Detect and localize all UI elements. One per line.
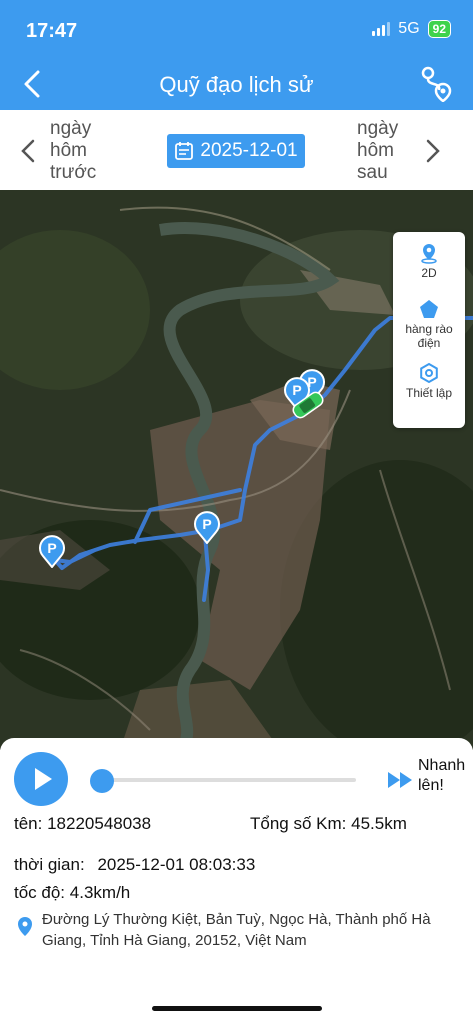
- total-km-value: 45.5km: [351, 814, 407, 833]
- date-selector: ngày hôm trước 2025-12-01 ngày hôm sau: [0, 110, 473, 190]
- calendar-icon: [175, 142, 194, 160]
- route-map-icon[interactable]: [419, 64, 453, 102]
- parking-marker[interactable]: P: [193, 510, 221, 544]
- home-indicator: [152, 1006, 322, 1011]
- selected-date: 2025-12-01: [200, 140, 298, 161]
- navigation-bar: Quỹ đạo lịch sử: [0, 58, 473, 110]
- previous-day-chevron-icon[interactable]: [18, 138, 38, 164]
- time-value: 2025-12-01 08:03:33: [97, 855, 256, 874]
- playback-progress-track[interactable]: [96, 778, 356, 782]
- speed-row: tốc độ: 4.3km/h: [14, 883, 130, 903]
- total-km-row: Tổng số Km: 45.5km: [250, 814, 407, 834]
- geofence-label: hàng rào điện: [405, 322, 453, 350]
- device-name-label: tên:: [14, 814, 43, 833]
- address-text: Đường Lý Thường Kiệt, Bản Tuỳ, Ngọc Hà, …: [42, 911, 431, 949]
- playback-progress-thumb[interactable]: [90, 769, 114, 793]
- battery-icon: 92: [427, 20, 451, 38]
- view-mode-button[interactable]: 2D: [393, 242, 465, 280]
- speed-label: tốc độ:: [14, 883, 66, 902]
- previous-day-button[interactable]: ngày hôm trước: [50, 118, 130, 184]
- vehicle-car-icon[interactable]: [288, 390, 328, 420]
- device-name-row: tên: 18220548038: [14, 814, 151, 834]
- view-mode-label: 2D: [421, 266, 437, 280]
- gear-icon: [420, 362, 438, 384]
- playback-info-sheet: Nhanh lên! tên: 18220548038 Tổng số Km: …: [0, 738, 473, 1024]
- next-day-chevron-icon[interactable]: [423, 138, 443, 164]
- fast-forward-icon[interactable]: [386, 770, 416, 790]
- geofence-pentagon-icon: [420, 300, 438, 318]
- time-row: thời gian: 2025-12-01 08:03:33: [14, 855, 255, 875]
- network-label: 5G: [398, 20, 420, 37]
- signal-icon: [372, 22, 391, 36]
- speed-value: 4.3km/h: [69, 883, 131, 902]
- next-day-button[interactable]: ngày hôm sau: [357, 118, 427, 184]
- marker-label: P: [202, 516, 211, 532]
- device-name-value: 18220548038: [47, 814, 152, 833]
- time-label: thời gian:: [14, 855, 85, 874]
- status-icons: 5G 92: [372, 20, 451, 38]
- marker-label: P: [47, 540, 56, 556]
- geofence-button[interactable]: hàng rào điện: [393, 298, 465, 350]
- status-time: 17:47: [26, 20, 78, 42]
- play-button[interactable]: [14, 752, 68, 806]
- settings-label: Thiết lập: [405, 386, 453, 400]
- settings-button[interactable]: Thiết lập: [393, 362, 465, 400]
- location-pin-icon: [18, 917, 32, 936]
- play-icon: [35, 768, 52, 790]
- page-title: Quỹ đạo lịch sử: [159, 72, 314, 97]
- total-km-label: Tổng số Km:: [250, 814, 347, 833]
- date-picker-button[interactable]: 2025-12-01: [167, 134, 305, 168]
- location-pin-icon: [421, 244, 437, 264]
- speed-up-button[interactable]: Nhanh lên!: [418, 756, 468, 796]
- status-bar: 17:47 5G 92: [0, 0, 473, 58]
- map-control-panel: 2D hàng rào điện Thiết lập: [393, 232, 465, 428]
- parking-marker[interactable]: P: [38, 534, 66, 568]
